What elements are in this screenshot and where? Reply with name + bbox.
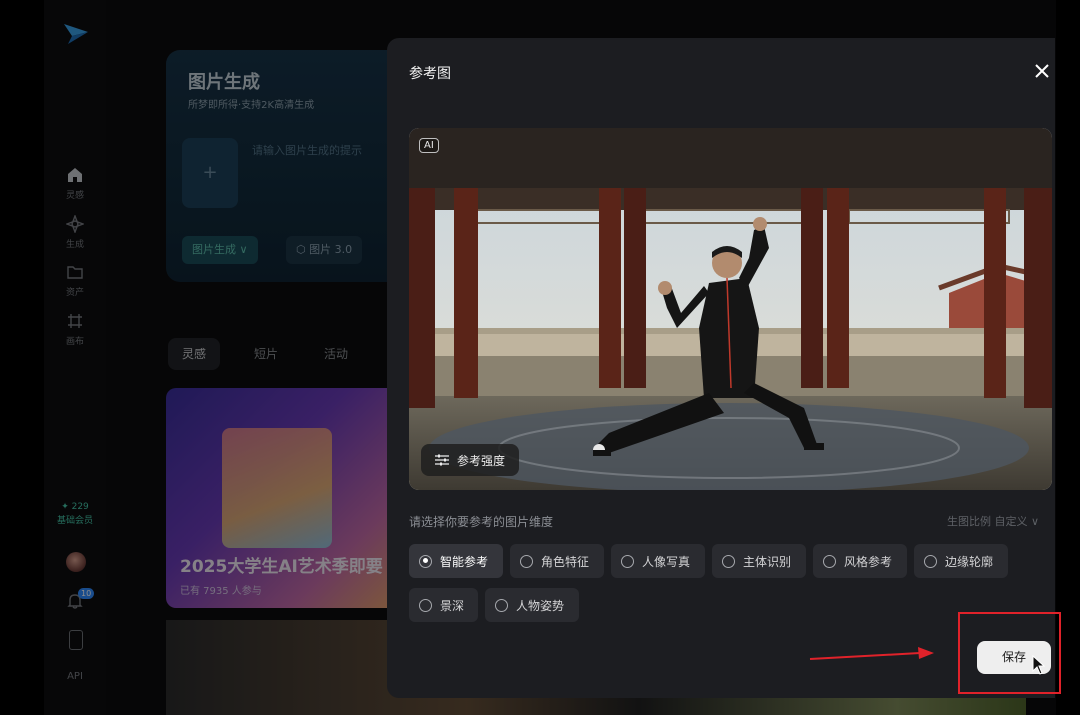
option-character-features[interactable]: 角色特征: [510, 544, 604, 578]
option-portrait[interactable]: 人像写真: [611, 544, 705, 578]
radio: [924, 554, 937, 568]
radio: [823, 554, 836, 568]
radio: [520, 554, 533, 568]
option-label: 景深: [440, 598, 465, 613]
modal-title: 参考图: [409, 66, 451, 82]
option-label: 人物姿势: [516, 598, 565, 613]
option-label: 边缘轮廓: [945, 554, 994, 569]
reference-image: AI 参考强度: [409, 128, 1052, 490]
close-icon[interactable]: [1034, 63, 1050, 79]
radio-selected: [419, 554, 432, 568]
option-depth-of-field[interactable]: 景深: [409, 588, 478, 622]
annotation-highlight-box: [958, 612, 1061, 694]
option-edge-contour[interactable]: 边缘轮廓: [914, 544, 1008, 578]
ai-generated-tag: AI: [419, 138, 439, 153]
screen-frame-left: [0, 0, 44, 715]
option-label: 智能参考: [440, 554, 489, 569]
radio: [621, 554, 634, 568]
reference-strength-button[interactable]: 参考强度: [421, 444, 520, 476]
option-label: 主体识别: [743, 554, 792, 569]
option-style-reference[interactable]: 风格参考: [813, 544, 907, 578]
reference-photo: [409, 128, 1052, 490]
annotation-arrow-icon: [809, 647, 934, 660]
radio: [722, 554, 735, 568]
option-subject-recognition[interactable]: 主体识别: [712, 544, 806, 578]
mouse-cursor-icon: [1032, 655, 1046, 675]
sliders-icon: [435, 454, 449, 466]
option-smart-reference[interactable]: 智能参考: [409, 544, 503, 578]
radio: [419, 598, 432, 612]
option-label: 风格参考: [844, 554, 893, 569]
screen-frame-right: [1056, 0, 1080, 715]
aspect-ratio-selector[interactable]: 生图比例 自定义 ∨: [947, 513, 1039, 529]
dimension-prompt: 请选择你要参考的图片维度: [409, 515, 554, 529]
radio: [495, 598, 508, 612]
option-character-pose[interactable]: 人物姿势: [485, 588, 579, 622]
reference-image-modal: 参考图 AI 参考强度 请选择你要参考的图片维度 生图比例 自定义 ∨ 智能参考…: [387, 38, 1055, 698]
reference-strength-label: 参考强度: [457, 453, 506, 468]
option-label: 角色特征: [541, 554, 590, 569]
option-label: 人像写真: [642, 554, 691, 569]
